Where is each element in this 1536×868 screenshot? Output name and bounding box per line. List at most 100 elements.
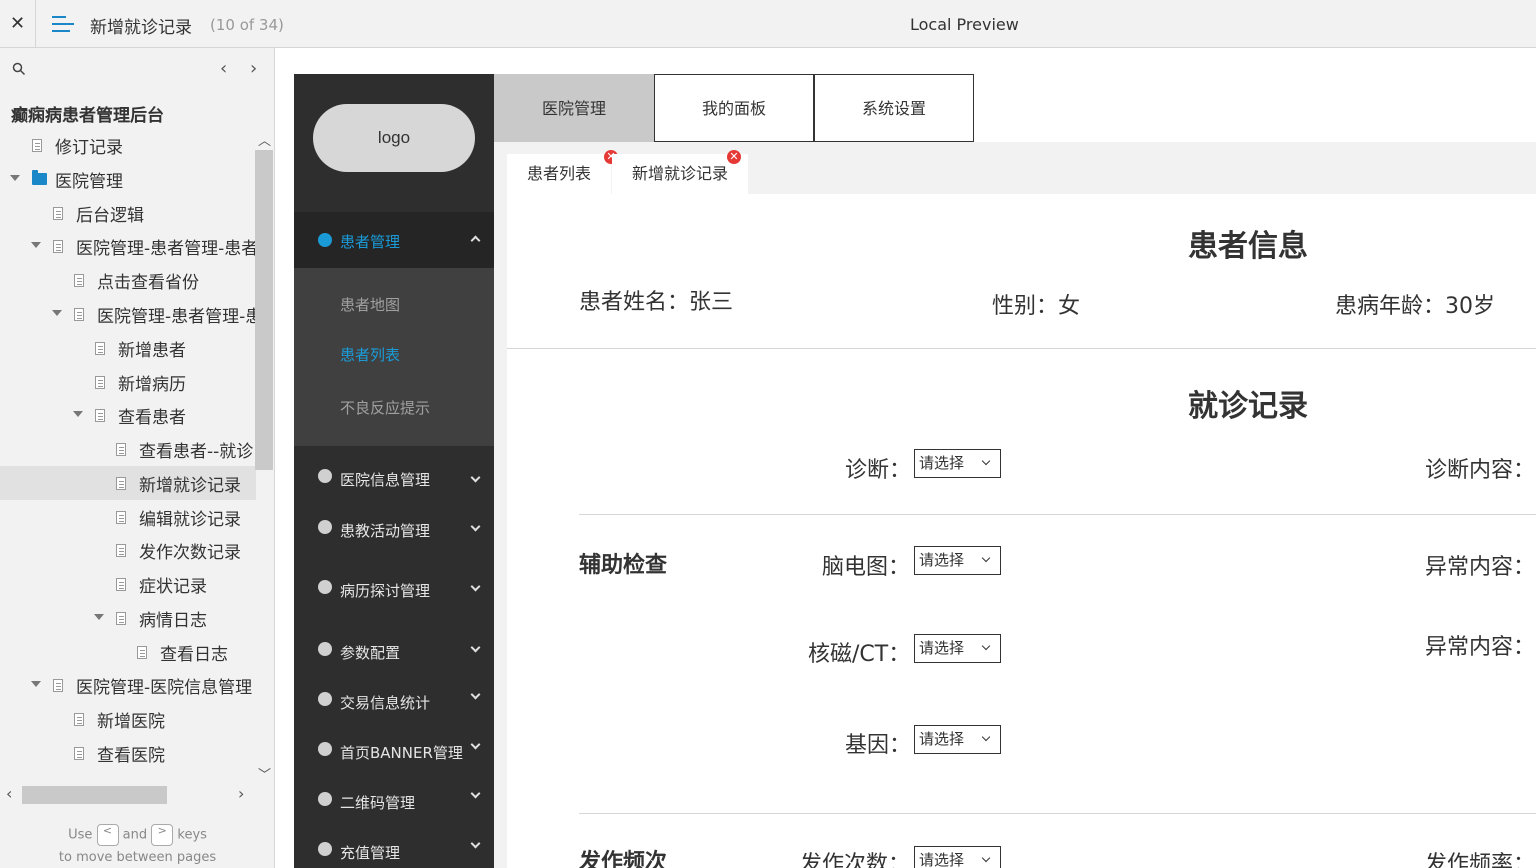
page-icon bbox=[74, 308, 84, 321]
menu-dot-icon bbox=[318, 642, 332, 656]
expand-arrow-icon[interactable] bbox=[73, 411, 83, 417]
page-icon bbox=[116, 578, 126, 591]
chevron-down-icon bbox=[470, 838, 481, 849]
gene-label: 基因： bbox=[845, 733, 912, 758]
divider bbox=[579, 813, 1536, 814]
tree-item-label: 医院管理-医生管理 bbox=[76, 775, 218, 780]
tree-item[interactable]: 新增就诊记录 bbox=[0, 466, 256, 500]
page-icon bbox=[137, 646, 147, 659]
tree-item[interactable]: 医院管理-医生管理 bbox=[0, 770, 256, 780]
gene-select[interactable]: 请选择 bbox=[914, 725, 1001, 754]
expand-arrow-icon[interactable] bbox=[10, 175, 20, 181]
hint-text: Use bbox=[68, 827, 93, 843]
menu-item-patient-management[interactable]: 患者管理 bbox=[294, 212, 494, 268]
scrollbar-thumb[interactable] bbox=[255, 150, 273, 470]
expand-arrow-icon[interactable] bbox=[31, 681, 41, 687]
tree-item[interactable]: 新增患者 bbox=[0, 331, 256, 365]
page-icon bbox=[95, 342, 105, 355]
tree-item[interactable]: 点击查看省份 bbox=[0, 263, 256, 297]
submenu-item-patient-map[interactable]: 患者地图 bbox=[340, 294, 400, 315]
scroll-right-icon[interactable]: › bbox=[238, 784, 244, 803]
close-button[interactable]: ✕ bbox=[0, 0, 36, 47]
chevron-down-icon bbox=[470, 581, 481, 592]
tree-item[interactable]: 病情日志 bbox=[0, 601, 256, 635]
project-title: 癫痫病患者管理后台 bbox=[11, 106, 164, 126]
eeg-select[interactable]: 请选择 bbox=[914, 546, 1001, 575]
chevron-down-icon bbox=[470, 788, 481, 799]
attack-frequency-title: 发作频次 bbox=[579, 850, 668, 868]
scroll-left-icon[interactable]: ‹ bbox=[6, 784, 12, 803]
tree-item-label: 医院管理-医院信息管理 bbox=[76, 678, 253, 698]
mri-ct-select[interactable]: 请选择 bbox=[914, 634, 1001, 663]
tree-vertical-scrollbar[interactable]: ︿ ﹀ bbox=[255, 128, 273, 788]
mri-abnormal-label: 异常内容： bbox=[1425, 635, 1536, 660]
chevron-down-icon bbox=[981, 456, 991, 466]
attack-rate-label: 发作频率： bbox=[1425, 852, 1536, 868]
tree-item[interactable]: 新增医院 bbox=[0, 702, 256, 736]
close-icon[interactable]: ✕ bbox=[727, 150, 741, 164]
page-tab-label: 患者列表 bbox=[527, 164, 592, 183]
tree-item[interactable]: 发作次数记录 bbox=[0, 533, 256, 567]
submenu-item-patient-list[interactable]: 患者列表 bbox=[340, 344, 400, 365]
page-count: (10 of 34) bbox=[210, 16, 284, 34]
expand-arrow-icon[interactable] bbox=[31, 242, 41, 248]
expand-arrow-icon[interactable] bbox=[52, 310, 62, 316]
page-tab-label: 新增就诊记录 bbox=[632, 164, 729, 183]
menu-dot-icon bbox=[318, 842, 332, 856]
tree-item-label: 医院管理-患者管理-患者 bbox=[76, 239, 256, 259]
diagnosis-label: 诊断： bbox=[845, 458, 912, 483]
page-icon bbox=[53, 207, 63, 220]
page-icon bbox=[74, 747, 84, 760]
tree-item[interactable]: 新增病历 bbox=[0, 365, 256, 399]
expand-arrow-icon[interactable] bbox=[94, 614, 104, 620]
tab-hospital-management[interactable]: 医院管理 bbox=[494, 74, 654, 142]
menu-item-label: 二维码管理 bbox=[340, 794, 416, 812]
tree-item[interactable]: 医院管理-医院信息管理 bbox=[0, 668, 256, 702]
app-sidebar: logo 患者管理 患者地图 患者列表 不良反应提示 医院信息管理 患教活动管理… bbox=[294, 74, 494, 868]
tree-item[interactable]: 查看患者 bbox=[0, 398, 256, 432]
tab-my-dashboard[interactable]: 我的面板 bbox=[654, 74, 814, 142]
hint-text: and bbox=[122, 827, 148, 843]
page-icon bbox=[116, 511, 126, 524]
page-tree: 修订记录 医院管理 后台逻辑 医院管理-患者管理-患者 点击查看省份 医院管理-患者管理-… bbox=[0, 128, 256, 780]
tree-item-label: 新增患者 bbox=[118, 341, 186, 361]
patient-gender: 性别：女 bbox=[992, 288, 1080, 320]
mri-ct-label: 核磁/CT： bbox=[808, 642, 911, 667]
scroll-up-icon[interactable]: ︿ bbox=[258, 130, 271, 149]
divider bbox=[579, 514, 1536, 515]
attack-count-select[interactable]: 请选择 bbox=[914, 846, 1001, 868]
search-icon[interactable] bbox=[12, 62, 26, 76]
menu-icon[interactable] bbox=[52, 14, 74, 34]
tree-horizontal-scrollbar[interactable]: ‹ › bbox=[0, 784, 255, 806]
tree-item-label: 点击查看省份 bbox=[97, 273, 199, 293]
diagnosis-select[interactable]: 请选择 bbox=[914, 449, 1001, 478]
select-value: 请选择 bbox=[919, 639, 965, 657]
tree-item[interactable]: 医院管理 bbox=[0, 162, 256, 196]
tree-item[interactable]: 查看医院 bbox=[0, 736, 256, 770]
tree-item[interactable]: 症状记录 bbox=[0, 567, 256, 601]
select-value: 请选择 bbox=[919, 730, 965, 748]
tree-item-label: 查看日志 bbox=[160, 645, 228, 665]
select-value: 请选择 bbox=[919, 851, 965, 868]
scroll-down-icon[interactable]: ﹀ bbox=[258, 764, 271, 783]
tree-item[interactable]: 医院管理-患者管理-患者 bbox=[0, 297, 256, 331]
tree-item[interactable]: 编辑就诊记录 bbox=[0, 500, 256, 534]
previous-page-icon[interactable]: ‹ bbox=[220, 58, 227, 79]
tree-item[interactable]: 医院管理-患者管理-患者 bbox=[0, 229, 256, 263]
diagnosis-content-label: 诊断内容： bbox=[1425, 458, 1536, 483]
tree-item[interactable]: 修订记录 bbox=[0, 128, 256, 162]
menu-dot-icon bbox=[318, 742, 332, 756]
tab-system-settings[interactable]: 系统设置 bbox=[814, 74, 974, 142]
scrollbar-thumb[interactable] bbox=[22, 786, 167, 804]
tree-item[interactable]: 查看日志 bbox=[0, 635, 256, 669]
tree-item-label: 查看患者 bbox=[118, 408, 186, 428]
folder-icon bbox=[32, 170, 47, 185]
field-label: 患者姓名： bbox=[579, 290, 690, 315]
page-icon bbox=[116, 477, 126, 490]
next-page-icon[interactable]: › bbox=[250, 58, 257, 79]
tree-item-label: 修订记录 bbox=[55, 138, 123, 158]
tree-item[interactable]: 后台逻辑 bbox=[0, 196, 256, 230]
submenu-item-adverse-reaction[interactable]: 不良反应提示 bbox=[340, 397, 430, 418]
tree-item[interactable]: 查看患者--就诊 bbox=[0, 432, 256, 466]
page-tab-patient-list[interactable]: 患者列表 bbox=[507, 154, 612, 194]
